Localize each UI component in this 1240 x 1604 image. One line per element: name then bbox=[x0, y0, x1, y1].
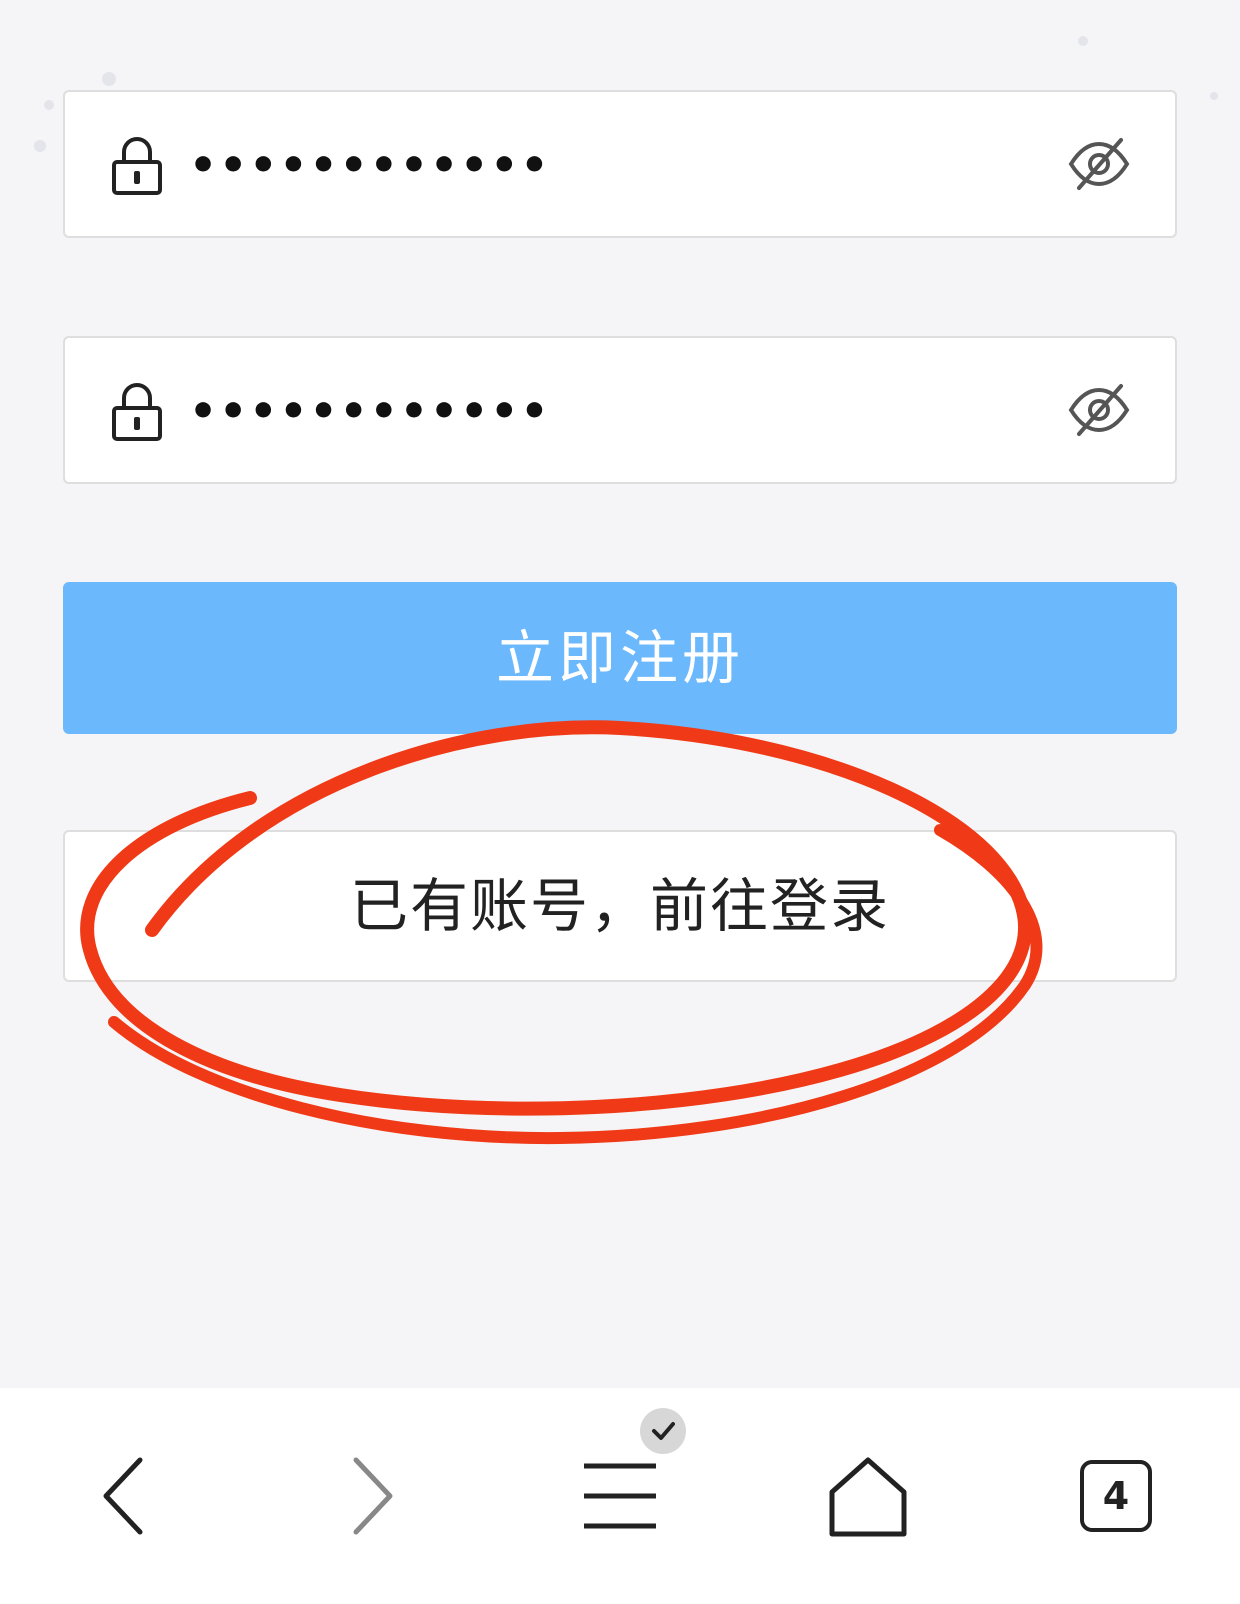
password-value[interactable]: •••••••••••• bbox=[189, 128, 550, 204]
background-dot bbox=[34, 140, 46, 152]
password-field[interactable]: •••••••••••• bbox=[63, 90, 1177, 238]
menu-button[interactable] bbox=[496, 1388, 744, 1604]
eye-off-icon[interactable] bbox=[1067, 380, 1131, 440]
lock-icon bbox=[112, 383, 162, 441]
register-button[interactable]: 立即注册 bbox=[63, 582, 1177, 734]
background-dot bbox=[44, 100, 54, 110]
home-button[interactable] bbox=[744, 1388, 992, 1604]
background-dot bbox=[1210, 92, 1218, 100]
tabs-count: 4 bbox=[1080, 1460, 1152, 1532]
background-dot bbox=[1078, 36, 1088, 46]
menu-icon bbox=[584, 1463, 656, 1529]
tabs-button[interactable]: 4 bbox=[992, 1388, 1240, 1604]
home-icon bbox=[829, 1457, 907, 1537]
forward-icon bbox=[353, 1457, 393, 1535]
confirm-password-field[interactable]: •••••••••••• bbox=[63, 336, 1177, 484]
forward-button[interactable] bbox=[248, 1388, 496, 1604]
lock-icon bbox=[112, 137, 162, 195]
menu-badge bbox=[640, 1408, 686, 1454]
background-dot bbox=[102, 72, 116, 86]
bottom-nav-bar: 4 bbox=[0, 1388, 1240, 1604]
confirm-password-value[interactable]: •••••••••••• bbox=[189, 374, 550, 450]
login-button[interactable]: 已有账号，前往登录 bbox=[63, 830, 1177, 982]
back-button[interactable] bbox=[0, 1388, 248, 1604]
eye-off-icon[interactable] bbox=[1067, 134, 1131, 194]
back-icon bbox=[103, 1457, 143, 1535]
check-icon bbox=[652, 1422, 675, 1440]
